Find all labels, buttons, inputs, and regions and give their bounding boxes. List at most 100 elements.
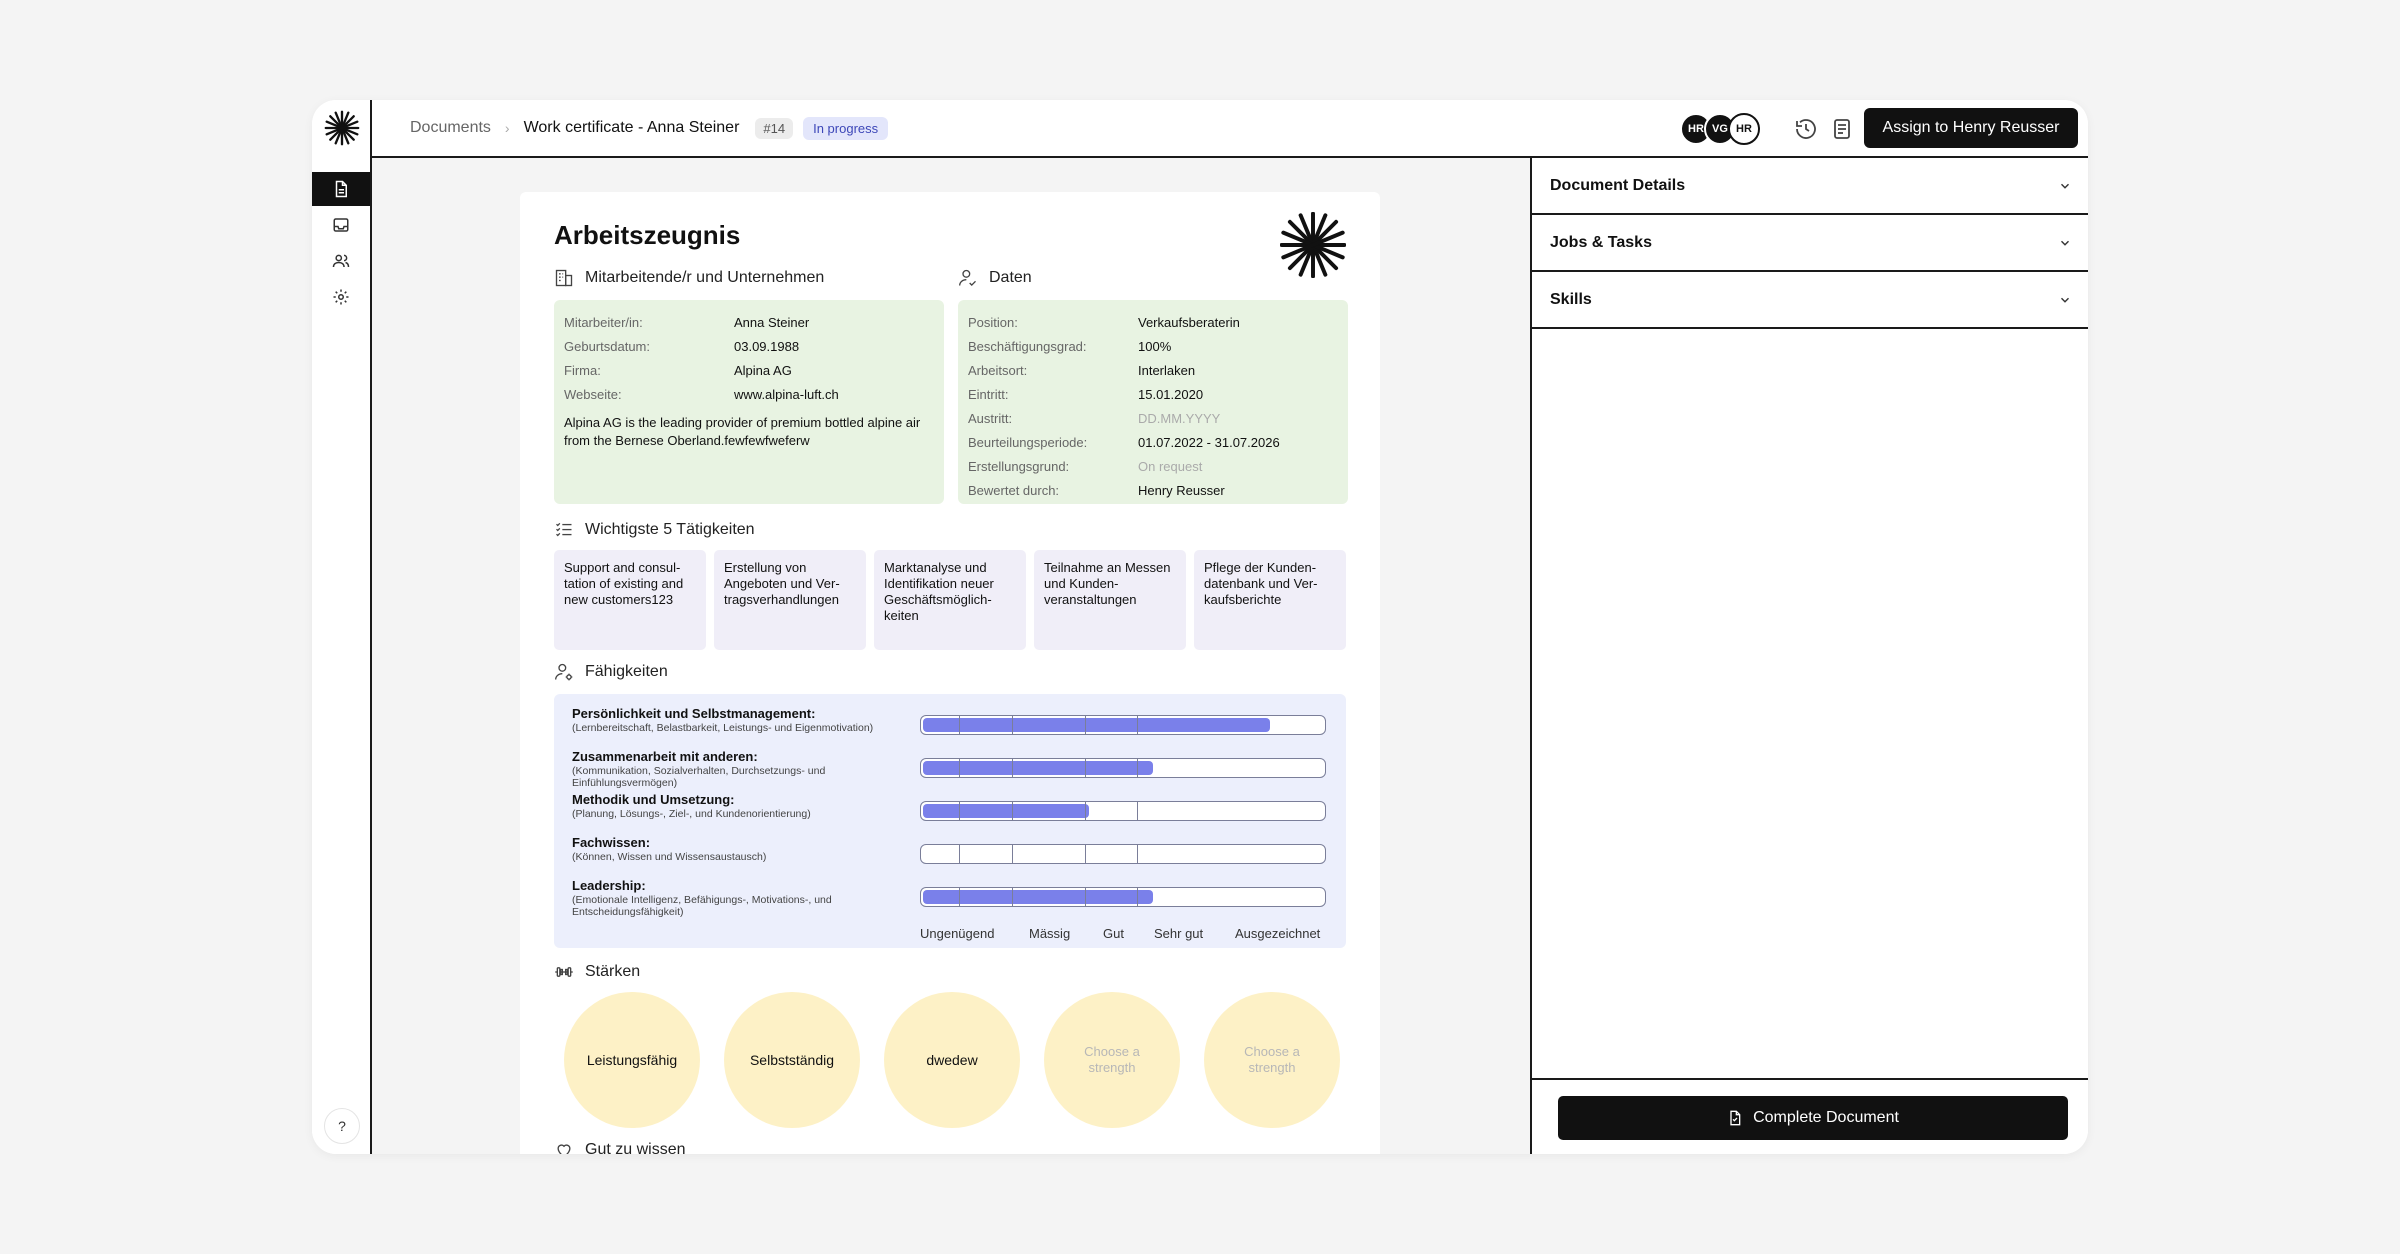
skills-section-heading: Fähigkeiten [554, 662, 668, 682]
field-value[interactable]: Alpina AG [734, 363, 792, 378]
section-title: Wichtigste 5 Tätigkeiten [585, 521, 755, 538]
nav-inbox[interactable] [312, 208, 370, 242]
brand-logo-icon[interactable] [324, 110, 360, 146]
field-label: Firma: [564, 362, 601, 378]
rating-tick [959, 716, 961, 734]
skill-rating-fill [923, 890, 1154, 904]
task-card[interactable]: Pflege der Kunden-datenbank und Ver-kauf… [1194, 550, 1346, 650]
chevron-down-icon [2061, 240, 2069, 246]
company-description[interactable]: Alpina AG is the leading provider of pre… [564, 414, 934, 450]
help-button[interactable]: ? [324, 1108, 360, 1144]
skill-subtitle: (Emotionale Intelligenz, Befähigungs-, M… [572, 894, 832, 918]
exit-date-placeholder[interactable]: DD.MM.YYYY [1138, 411, 1220, 426]
notes-icon[interactable] [1830, 117, 1854, 141]
scale-label: Sehr gut [1154, 926, 1204, 941]
field-value[interactable]: Verkaufsberaterin [1138, 315, 1240, 330]
rating-tick [959, 888, 961, 906]
section-title: Daten [989, 269, 1032, 286]
field-value[interactable]: 100% [1138, 339, 1171, 354]
field-value[interactable]: Anna Steiner [734, 315, 809, 330]
field-label: Arbeitsort: [968, 362, 1028, 378]
skill-row: Zusammenarbeit mit anderen: (Kommunikati… [572, 749, 912, 789]
skill-title: Zusammenarbeit mit anderen: [572, 749, 758, 764]
skill-title: Fachwissen: [572, 835, 651, 850]
skill-row: Fachwissen: (Können, Wissen und Wissensa… [572, 835, 912, 863]
field-label: Beurteilungsperiode: [968, 434, 1088, 450]
task-card[interactable]: Erstellung von Angeboten und Ver-tragsve… [714, 550, 866, 650]
strength-bubble[interactable]: dwedew [884, 992, 1020, 1128]
assign-button[interactable]: Assign to Henry Reusser [1864, 108, 2078, 148]
field-value[interactable]: 03.09.1988 [734, 339, 799, 354]
accordion-label: Skills [1550, 290, 1592, 308]
user-check-icon [959, 269, 976, 287]
chevron-right-icon: › [504, 120, 510, 136]
skill-subtitle: (Können, Wissen und Wissensaustausch) [572, 851, 767, 863]
reason-placeholder[interactable]: On request [1138, 459, 1202, 474]
task-card[interactable]: Support and consul-tation of existing an… [554, 550, 706, 650]
document-icon [335, 180, 347, 198]
accordion-label: Jobs & Tasks [1550, 233, 1652, 251]
tasks-section-heading: Wichtigste 5 Tätigkeiten [554, 520, 755, 540]
skill-rating-fill [923, 761, 1154, 775]
document-page: Arbeitszeugnis Mitarbeitende/r und Unter… [520, 192, 1380, 1154]
rating-tick [959, 759, 961, 777]
field-row: Mitarbeiter/in: Anna Steiner [564, 310, 934, 334]
field-row: Bewertet durch: Henry Reusser [968, 478, 1338, 502]
avatar-group[interactable]: HR VG HR [1680, 113, 1760, 145]
users-icon [332, 254, 350, 268]
employee-section-heading: Mitarbeitende/r und Unternehmen [554, 268, 824, 288]
field-label: Webseite: [564, 386, 622, 402]
breadcrumb-documents-link[interactable]: Documents [410, 119, 491, 137]
strength-bubble-placeholder[interactable]: Choose a strength [1044, 992, 1180, 1128]
skill-rating-fill [923, 718, 1271, 732]
field-value[interactable]: 15.01.2020 [1138, 387, 1203, 402]
nav-documents[interactable] [312, 172, 370, 206]
skill-rating-bar[interactable] [920, 715, 1326, 735]
field-value[interactable]: 01.07.2022 - 31.07.2026 [1138, 435, 1280, 450]
employee-card[interactable]: Mitarbeiter/in: Anna Steiner Geburtsdatum… [554, 300, 944, 504]
avatar[interactable]: HR [1728, 113, 1760, 145]
section-title: Stärken [585, 963, 641, 980]
strength-bubble[interactable]: Leistungsfähig [564, 992, 700, 1128]
skill-title: Persönlichkeit und Selbstmanagement: [572, 706, 816, 721]
strength-bubble[interactable]: Selbstständig [724, 992, 860, 1128]
app-window: ? Documents › Work certificate - Anna St… [312, 100, 2088, 1154]
task-card[interactable]: Teilnahme an Messen und Kunden-veranstal… [1034, 550, 1186, 650]
document-canvas[interactable]: Arbeitszeugnis Mitarbeitende/r und Unter… [372, 158, 1530, 1154]
field-value[interactable]: Interlaken [1138, 363, 1195, 378]
nav-settings[interactable] [312, 280, 370, 314]
field-value[interactable]: Henry Reusser [1138, 483, 1225, 498]
task-card[interactable]: Marktanalyse und Identifikation neuer Ge… [874, 550, 1026, 650]
top-bar: Documents › Work certificate - Anna Stei… [372, 100, 2088, 158]
rating-tick [1012, 845, 1014, 863]
strength-bubble-placeholder[interactable]: Choose a strength [1204, 992, 1340, 1128]
skill-rating-bar[interactable] [920, 844, 1326, 864]
field-label: Eintritt: [968, 386, 1009, 402]
status-badge: In progress [803, 116, 889, 140]
data-card[interactable]: Position: Verkaufsberaterin Beschäftigung… [958, 300, 1348, 504]
rating-tick [1012, 802, 1014, 820]
field-row: Austritt: DD.MM.YYYY [968, 406, 1338, 430]
field-label: Mitarbeiter/in: [564, 314, 643, 330]
rating-tick [1137, 759, 1139, 777]
rating-tick [1012, 716, 1014, 734]
accordion-jobs-tasks[interactable]: Jobs & Tasks [1532, 215, 2088, 272]
rating-tick [959, 802, 961, 820]
accordion-skills[interactable]: Skills [1532, 272, 2088, 329]
complete-document-button[interactable]: Complete Document [1558, 1096, 2068, 1140]
brand-logo-icon [1280, 212, 1346, 278]
skill-rating-bar[interactable] [920, 801, 1326, 821]
skill-row: Methodik und Umsetzung: (Planung, Lösung… [572, 792, 912, 820]
inbox-icon [333, 218, 349, 232]
accordion-document-details[interactable]: Document Details [1532, 158, 2088, 215]
rating-tick [1137, 716, 1139, 734]
skill-rating-bar[interactable] [920, 887, 1326, 907]
history-icon[interactable] [1794, 117, 1818, 141]
panel-footer: Complete Document [1532, 1078, 2088, 1154]
rating-tick [1084, 845, 1086, 863]
scale-label: Mässig [1029, 926, 1071, 941]
field-row: Arbeitsort: Interlaken [968, 358, 1338, 382]
skill-rating-bar[interactable] [920, 758, 1326, 778]
field-value[interactable]: www.alpina-luft.ch [734, 387, 839, 402]
nav-people[interactable] [312, 244, 370, 278]
